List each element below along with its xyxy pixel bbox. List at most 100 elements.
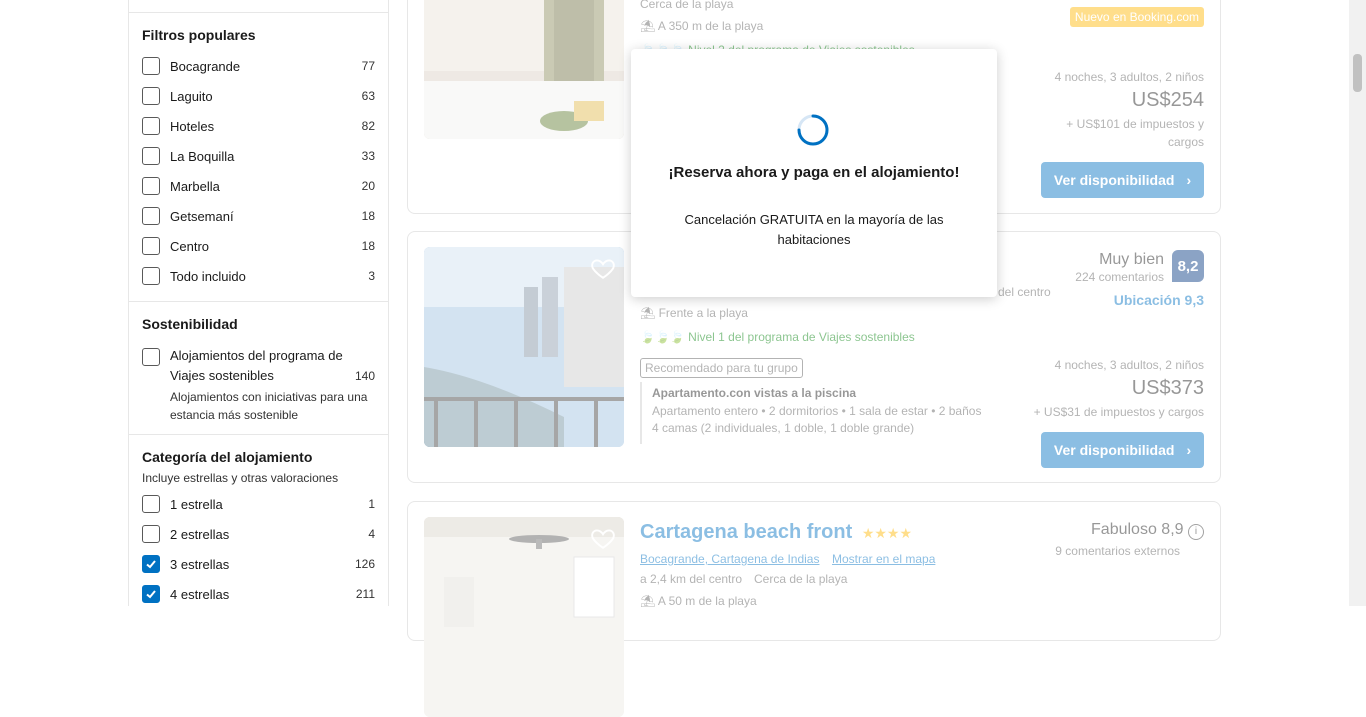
filter-count: 33	[361, 149, 375, 163]
checkbox[interactable]	[142, 117, 160, 135]
filter-label: 1 estrella	[170, 496, 223, 512]
filter-sustainable-program[interactable]: Alojamientos del programa de Viajes sost…	[142, 340, 375, 386]
location-link[interactable]: Bocagrande, Cartagena de Indias	[640, 552, 819, 566]
beach-front: ⛱ Frente a la playa	[640, 306, 748, 320]
loading-modal: ¡Reserva ahora y paga en el alojamiento!…	[631, 49, 997, 297]
checkmark-icon	[146, 590, 156, 599]
modal-title: ¡Reserva ahora y paga en el alojamiento!	[668, 164, 960, 181]
checkmark-icon	[146, 560, 156, 569]
filter-item[interactable]: 4 estrellas 211	[142, 579, 375, 606]
property-photo[interactable]	[424, 0, 624, 139]
stay-info: 4 noches, 3 adultos, 2 niños	[1054, 358, 1204, 372]
room-title: Apartamento.con vistas a la piscina	[652, 386, 857, 400]
taxes-line1: + US$101 de impuestos y	[1066, 117, 1204, 131]
filter-item[interactable]: Getsemaní 18	[142, 201, 375, 231]
checkbox[interactable]	[142, 237, 160, 255]
near-beach-text: Cerca de la playa	[754, 572, 848, 586]
filter-count: 20	[361, 179, 375, 193]
filter-label: Centro	[170, 238, 210, 254]
checkbox[interactable]	[142, 57, 160, 75]
room-description: Apartamento entero • 2 dormitorios • 1 s…	[652, 404, 982, 418]
recommended-badge: Recomendado para tu grupo	[640, 358, 803, 378]
filter-item[interactable]: 3 estrellas 126	[142, 549, 375, 579]
filter-item[interactable]: 1 estrella 1	[142, 489, 375, 519]
checkbox[interactable]	[142, 348, 160, 366]
sustainable-label-line1: Alojamientos del programa de	[170, 348, 343, 363]
filter-item[interactable]: La Boquilla 33	[142, 141, 375, 171]
checkbox[interactable]	[142, 177, 160, 195]
sustainability-section: Sostenibilidad Alojamientos del programa…	[129, 301, 388, 434]
category-title: Categoría del alojamiento	[142, 449, 313, 465]
beach-icon: ⛱	[640, 306, 659, 320]
map-link[interactable]: Mostrar en el mapa	[832, 552, 935, 566]
filter-item[interactable]: Hoteles 82	[142, 111, 375, 141]
filter-count: 82	[361, 119, 375, 133]
filter-item[interactable]: Centro 18	[142, 231, 375, 261]
filter-count: 63	[361, 89, 375, 103]
near-beach-text: Cerca de la playa	[640, 0, 734, 11]
filter-label: 4 estrellas	[170, 586, 230, 602]
filter-label: 3 estrellas	[170, 556, 230, 572]
filter-label: Marbella	[170, 178, 220, 194]
see-availability-button[interactable]: Ver disponibilidad ›	[1041, 162, 1204, 198]
filter-label: Todo incluido	[170, 268, 246, 284]
popular-filters-section: Filtros populares Bocagrande 77 Laguito 63 H…	[129, 12, 388, 301]
checkbox[interactable]	[142, 495, 160, 513]
checkbox[interactable]	[142, 87, 160, 105]
filter-label: Bocagrande	[170, 58, 241, 74]
filter-item[interactable]: Bocagrande 77	[142, 51, 375, 81]
filter-count: 77	[361, 59, 375, 73]
popular-filters-title: Filtros populares	[142, 27, 256, 43]
property-photo[interactable]	[424, 247, 624, 447]
sustainability-level: 🍃🍃🍃 Nivel 1 del programa de Viajes soste…	[640, 330, 915, 344]
property-title[interactable]: Cartagena beach front ★★★★	[640, 521, 912, 544]
modal-text: Cancelación GRATUITA en la mayoría de la…	[684, 212, 944, 247]
taxes: + US$31 de impuestos y cargos	[1033, 405, 1204, 419]
stay-info: 4 noches, 3 adultos, 2 niños	[1054, 70, 1204, 84]
property-card: Cartagena beach front ★★★★ Bocagrande, C…	[407, 501, 1221, 717]
checkbox[interactable]	[142, 147, 160, 165]
filter-item[interactable]: 2 estrellas 4	[142, 519, 375, 549]
sustainable-label-line2: Viajes sostenibles	[170, 368, 274, 383]
star-rating: ★★★★	[861, 525, 913, 541]
filter-count: 18	[361, 239, 375, 253]
filters-sidebar: Filtros populares Bocagrande 77 Laguito 63 H…	[128, 0, 389, 606]
info-icon[interactable]: i	[1188, 524, 1204, 540]
leaf-icon: 🍃🍃🍃	[640, 330, 689, 344]
filter-item[interactable]: Marbella 20	[142, 171, 375, 201]
chevron-right-icon: ›	[1186, 172, 1192, 188]
checkbox[interactable]	[142, 207, 160, 225]
review-score-word: Muy bien	[1099, 251, 1164, 268]
price: US$373	[1131, 377, 1204, 399]
external-score: Fabuloso 8,9 i	[1091, 521, 1204, 540]
scrollbar-thumb[interactable]	[1353, 54, 1362, 92]
beach-distance: ⛱ A 350 m de la playa	[640, 19, 764, 33]
loading-spinner-icon	[797, 114, 829, 146]
filter-count: 211	[355, 587, 375, 601]
checkbox[interactable]	[142, 267, 160, 285]
photo-fade	[424, 0, 624, 139]
center-distance-fragment: del centro	[998, 285, 1051, 299]
sustainable-description: Alojamientos con iniciativas para una es…	[170, 390, 368, 422]
filter-item[interactable]: Todo incluido 3	[142, 261, 375, 291]
checkbox[interactable]	[142, 555, 160, 573]
heart-icon[interactable]	[590, 255, 616, 281]
bed-details: 4 camas (2 individuales, 1 doble, 1 dobl…	[652, 421, 915, 435]
filter-count: 126	[354, 557, 375, 571]
see-availability-button[interactable]: Ver disponibilidad ›	[1041, 432, 1204, 468]
category-section: Categoría del alojamiento Incluye estrel…	[129, 434, 388, 606]
filter-item[interactable]: Laguito 63	[142, 81, 375, 111]
filter-label: 2 estrellas	[170, 526, 230, 542]
filter-label: Getsemaní	[170, 208, 234, 224]
property-photo[interactable]	[424, 517, 624, 717]
beach-icon: ⛱	[640, 19, 658, 33]
filter-count: 3	[368, 269, 375, 283]
location-score: Ubicación 9,3	[1113, 292, 1204, 308]
chevron-right-icon: ›	[1186, 442, 1192, 458]
checkbox[interactable]	[142, 525, 160, 543]
page-scrollbar[interactable]	[1349, 0, 1366, 606]
center-distance: a 2,4 km del centro	[640, 572, 743, 586]
heart-icon[interactable]	[590, 525, 616, 551]
checkbox[interactable]	[142, 585, 160, 603]
category-subtitle: Incluye estrellas y otras valoraciones	[142, 471, 339, 485]
